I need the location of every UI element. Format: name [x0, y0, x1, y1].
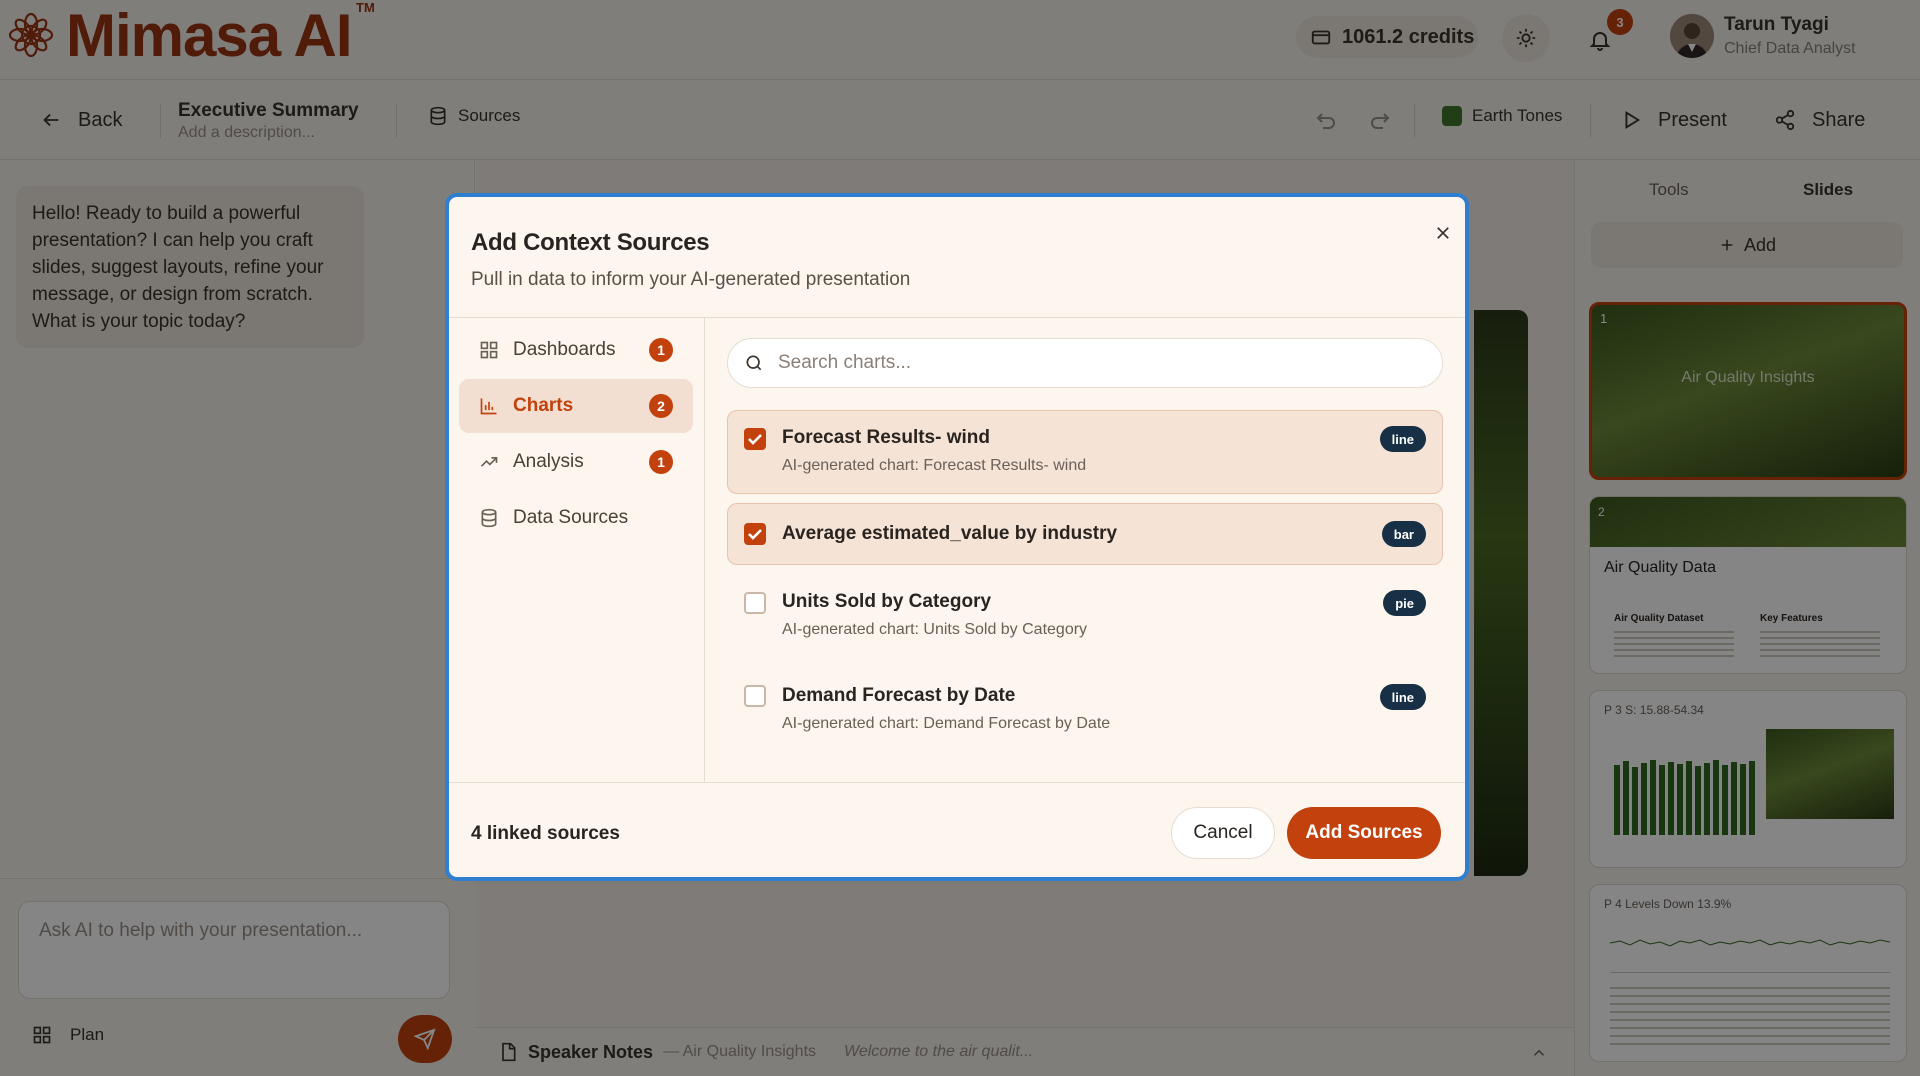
- chart-title: Forecast Results- wind: [782, 427, 990, 448]
- dialog-title: Add Context Sources: [471, 229, 710, 256]
- close-icon: [1434, 224, 1452, 242]
- chart-description: AI-generated chart: Forecast Results- wi…: [782, 457, 1087, 474]
- checkbox-checked[interactable]: [744, 523, 766, 545]
- nav-item-analysis[interactable]: Analysis 1: [459, 435, 693, 489]
- search-input[interactable]: Search charts...: [778, 352, 911, 374]
- chart-type-badge: line: [1379, 684, 1426, 710]
- trend-icon: [479, 452, 499, 472]
- dialog-subtitle: Pull in data to inform your AI-generated…: [471, 269, 911, 290]
- close-button[interactable]: [1429, 219, 1457, 247]
- nav-label: Dashboards: [513, 339, 616, 360]
- nav-item-dashboards[interactable]: Dashboards 1: [459, 323, 693, 377]
- chart-description: AI-generated chart: Units Sold by Catego…: [782, 621, 1088, 638]
- chart-title: Demand Forecast by Date: [782, 685, 1016, 706]
- chart-option[interactable]: Units Sold by Category AI-generated char…: [727, 574, 1443, 658]
- chart-option[interactable]: Average estimated_value by industry bar: [727, 503, 1443, 565]
- database-icon: [479, 508, 499, 528]
- source-type-nav: Dashboards 1 Charts 2 Analysis 1 Data So…: [449, 318, 705, 782]
- search-icon: [744, 353, 764, 373]
- chart-type-badge: bar: [1381, 521, 1426, 547]
- grid-icon: [479, 340, 499, 360]
- chart-title: Average estimated_value by industry: [782, 523, 1118, 544]
- nav-label: Data Sources: [513, 507, 629, 528]
- bar-chart-icon: [479, 396, 499, 416]
- count-badge: 2: [649, 394, 673, 418]
- chart-type-badge: pie: [1383, 590, 1426, 616]
- count-badge: 1: [649, 338, 673, 362]
- nav-item-data-sources[interactable]: Data Sources: [459, 491, 693, 545]
- chart-type-badge: line: [1379, 426, 1426, 452]
- nav-item-charts[interactable]: Charts 2: [459, 379, 693, 433]
- chart-option[interactable]: Forecast Results- wind AI-generated char…: [727, 410, 1443, 494]
- count-badge: 1: [649, 450, 673, 474]
- add-context-sources-dialog: Add Context Sources Pull in data to info…: [445, 193, 1469, 881]
- divider: [449, 782, 1465, 783]
- nav-label: Charts: [513, 395, 574, 416]
- linked-sources-count: 4 linked sources: [471, 823, 620, 844]
- nav-label: Analysis: [513, 451, 584, 472]
- checkbox-checked[interactable]: [744, 428, 766, 450]
- chart-description: AI-generated chart: Demand Forecast by D…: [782, 715, 1111, 732]
- chart-title: Units Sold by Category: [782, 591, 992, 612]
- add-sources-button[interactable]: Add Sources: [1287, 807, 1441, 859]
- checkbox-unchecked[interactable]: [744, 685, 766, 707]
- checkbox-unchecked[interactable]: [744, 592, 766, 614]
- chart-search[interactable]: Search charts...: [727, 338, 1443, 388]
- chart-option[interactable]: Demand Forecast by Date AI-generated cha…: [727, 668, 1443, 752]
- cancel-button[interactable]: Cancel: [1171, 807, 1275, 859]
